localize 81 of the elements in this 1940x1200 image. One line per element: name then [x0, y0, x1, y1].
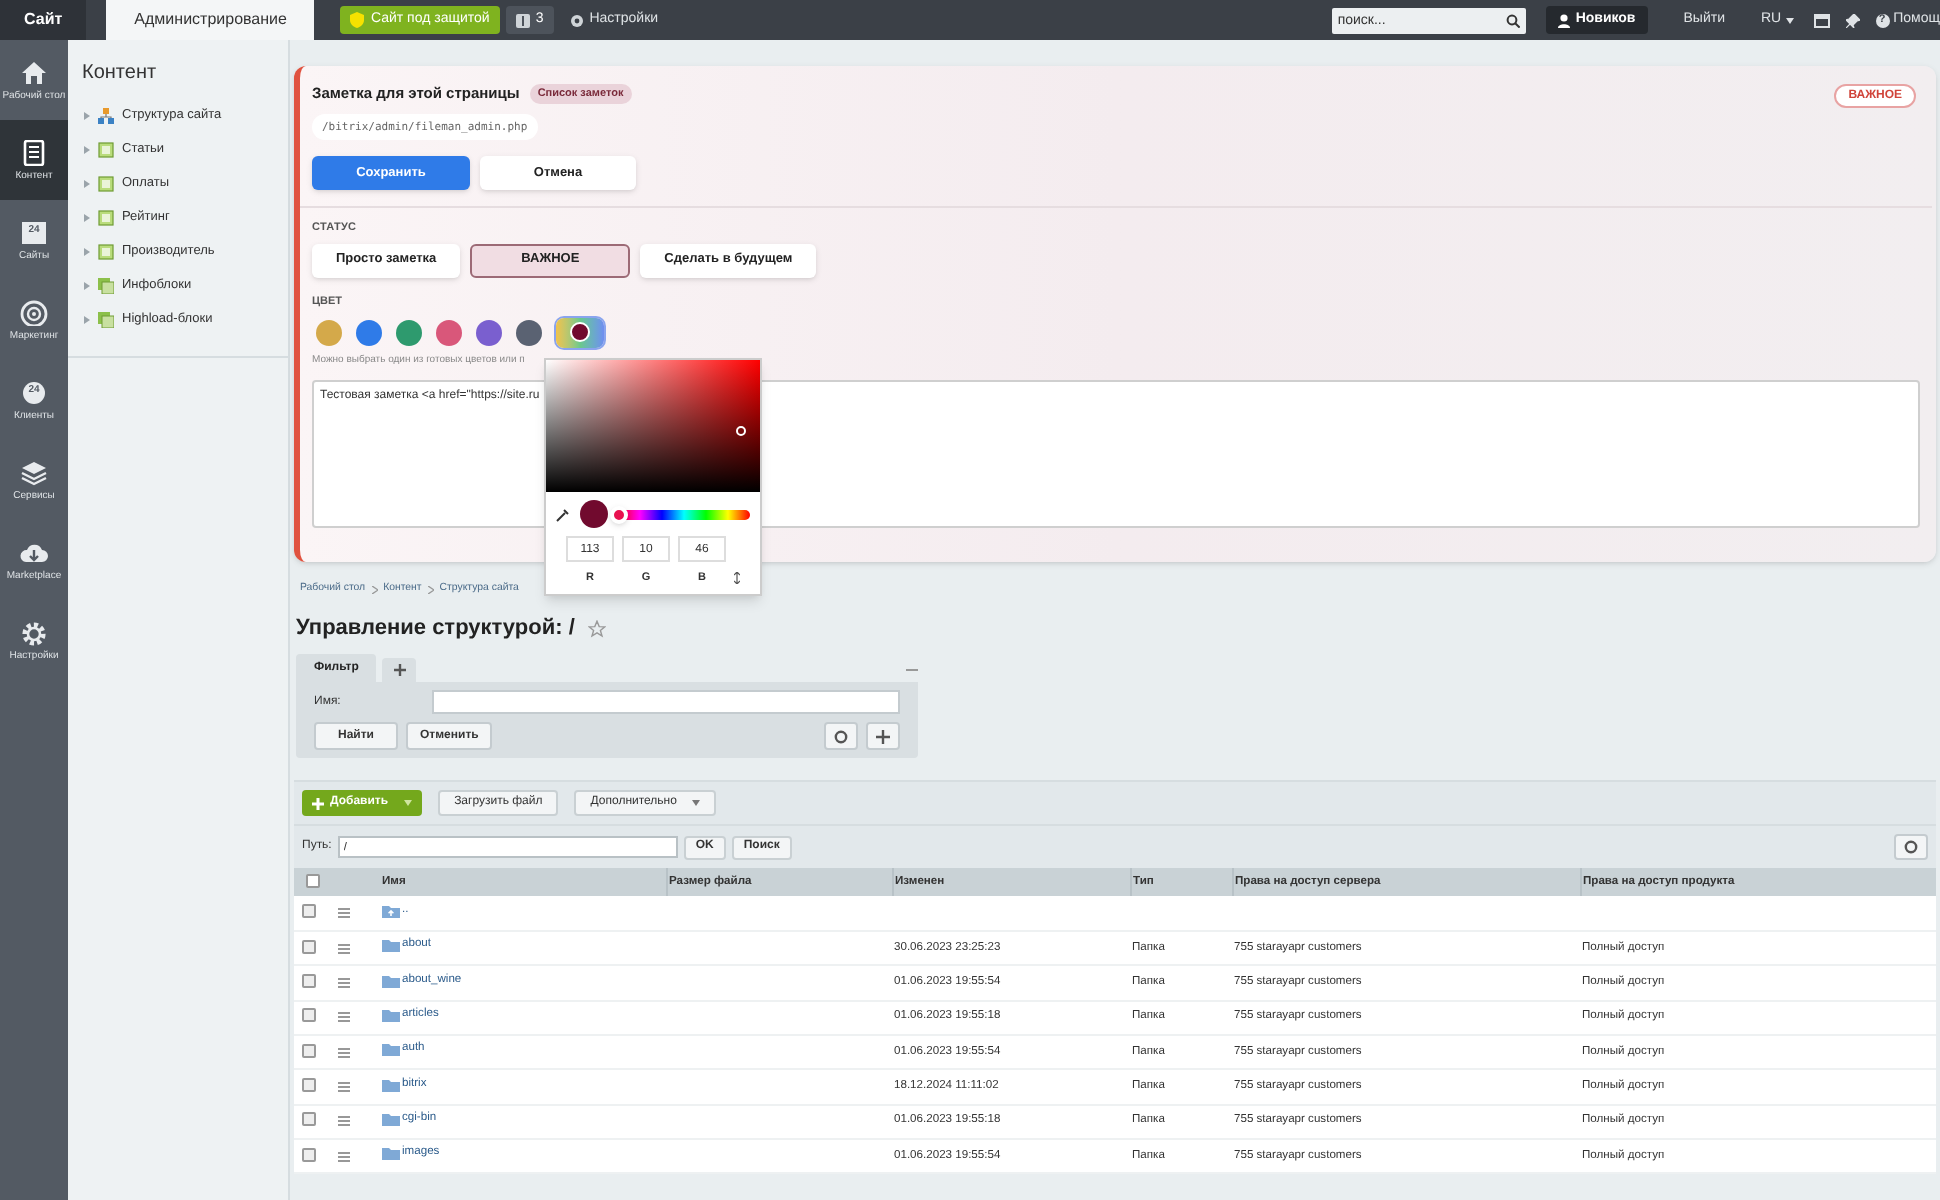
block-icon [98, 141, 114, 157]
color-swatch[interactable] [396, 319, 422, 346]
folder-icon [382, 1007, 400, 1022]
sitemap-icon [98, 107, 114, 123]
block-icon [98, 243, 114, 259]
swap-icon [734, 572, 740, 585]
name-input[interactable] [432, 690, 900, 715]
menu-icon [338, 1012, 350, 1023]
page-title: Управление структурой: / [296, 613, 575, 644]
plus-icon [393, 664, 406, 677]
plus-icon [312, 797, 324, 810]
row-checkbox[interactable] [302, 1112, 316, 1127]
custom-color-button[interactable] [556, 317, 604, 348]
add-filter-tab[interactable] [382, 658, 417, 683]
shield-icon [350, 12, 365, 28]
row-checkbox[interactable] [302, 1008, 316, 1023]
folder-icon [382, 1077, 400, 1091]
block-icon [98, 209, 114, 225]
menu-icon [338, 1047, 350, 1058]
folder-icon [382, 1042, 400, 1057]
menu-icon [338, 1081, 350, 1092]
expand-arrow-icon [84, 145, 90, 153]
row-checkbox[interactable] [302, 939, 316, 954]
row-checkbox[interactable] [302, 1147, 316, 1162]
house-icon [20, 59, 48, 85]
folder-icon [382, 938, 400, 953]
color-swatch[interactable] [356, 319, 382, 346]
row-checkbox[interactable] [302, 1043, 316, 1058]
star-icon [588, 619, 607, 638]
folder-icon [382, 973, 400, 988]
blocks-icon [98, 311, 114, 327]
plus-icon [876, 729, 890, 744]
expand-arrow-icon [84, 179, 90, 187]
settings-button[interactable] [824, 722, 858, 751]
color-swatch[interactable] [476, 319, 502, 346]
search-icon [1505, 13, 1520, 27]
block-icon [98, 175, 114, 191]
chevron-icon [371, 585, 378, 594]
settings-button[interactable] [1894, 834, 1928, 861]
menu-icon [338, 978, 350, 989]
row-checkbox[interactable] [302, 974, 316, 989]
folder-icon [382, 1146, 400, 1161]
tab[interactable]: Сайт [0, 0, 87, 40]
pin-icon [1845, 13, 1860, 27]
blocks-icon [98, 277, 114, 293]
menu-icon [338, 1116, 350, 1127]
expand-arrow-icon [84, 213, 90, 221]
target-icon [20, 299, 48, 325]
menu-icon [338, 943, 350, 954]
folder-up-icon [382, 903, 400, 918]
calendar-icon [20, 219, 48, 245]
color-swatch[interactable] [436, 319, 462, 346]
row-checkbox[interactable] [302, 904, 316, 919]
tree-title: Контент [80, 60, 159, 88]
person-icon [1557, 13, 1570, 27]
expand-arrow-icon [84, 315, 90, 323]
saturation-handle[interactable] [736, 426, 746, 436]
hue-thumb[interactable] [610, 505, 628, 523]
layers-icon [20, 459, 48, 485]
color-swatch[interactable] [516, 319, 542, 346]
menu-icon [338, 908, 350, 919]
add-button[interactable] [866, 722, 900, 751]
eyedropper-icon [556, 507, 570, 521]
color-preview [580, 500, 608, 528]
minus-icon [906, 668, 918, 673]
tab[interactable]: Администрирование [106, 0, 315, 40]
chevron-icon [427, 585, 434, 594]
folder-icon [382, 1111, 400, 1126]
saturation-area[interactable] [546, 360, 760, 492]
color-swatch[interactable] [316, 319, 342, 346]
document-icon [20, 139, 48, 165]
cloud-download-icon [20, 539, 48, 565]
window-icon [1813, 13, 1830, 27]
expand-arrow-icon [84, 281, 90, 289]
select-all-checkbox[interactable] [305, 873, 319, 888]
expand-arrow-icon [84, 111, 90, 119]
caret-icon [692, 800, 701, 807]
caret-icon [1785, 17, 1794, 23]
expand-arrow-icon [84, 247, 90, 255]
menu-icon [338, 1151, 350, 1162]
row-checkbox[interactable] [302, 1078, 316, 1093]
